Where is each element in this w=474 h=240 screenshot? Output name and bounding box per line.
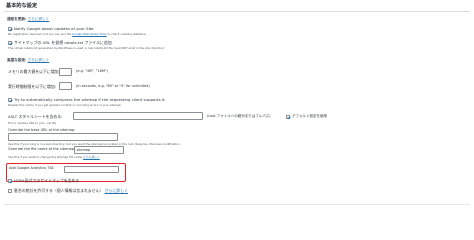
ga-tid-input[interactable] — [64, 166, 119, 173]
memory-limit-label: メモリの最大値を以下に増加: — [8, 69, 60, 74]
memory-limit-input[interactable] — [59, 67, 72, 76]
advanced-group-label-text: 高度な設定: — [7, 58, 27, 62]
compress-sitemap-checkbox[interactable] — [8, 97, 12, 102]
xslt-hint: (Lost ファイルへの絶対またはフルパス) — [207, 114, 271, 119]
ga-tid-label: Add Google Analytics TID: — [9, 166, 55, 170]
base-url-label: Override the base URL of the sitemap: — [8, 127, 76, 132]
base-url-input[interactable] — [8, 133, 118, 141]
xslt-note: Full or relative URL to your .xsl file — [8, 121, 57, 125]
exec-time-hint: (in seconds, e.g. "60" or "0" for unlimi… — [76, 84, 150, 89]
anonymous-stats-learn-more-link[interactable]: さらに詳しく — [105, 188, 128, 193]
notify-note-text: No registration required, but you can jo… — [8, 32, 72, 36]
file-name-note: Use this if you want to change the sitem… — [8, 154, 100, 159]
notify-learn-more-link[interactable]: さらに詳しく — [28, 17, 50, 21]
robots-txt-checkbox[interactable] — [8, 40, 12, 45]
xslt-default-label: デフォルト設定を使用 — [292, 114, 327, 119]
file-name-note-text: Use this if you want to change the sitem… — [8, 154, 83, 159]
robots-txt-note: The virtual robots.txt generated by Word… — [8, 46, 165, 50]
compress-sitemap-note: Disable this option if you get garbled c… — [8, 103, 122, 107]
xslt-default-checkbox[interactable] — [286, 114, 290, 119]
anonymous-stats-checkbox[interactable] — [8, 189, 12, 193]
advanced-group-label: 高度な設定: さらに詳しく — [7, 58, 50, 63]
xslt-input[interactable] — [73, 112, 203, 120]
advanced-learn-more-link[interactable]: さらに詳しく — [28, 58, 50, 62]
settings-panel: 基本的な設定 通知を更新: さらに詳しく Notify Google about… — [0, 0, 474, 207]
compress-sitemap-label: Try to automatically compress the sitema… — [14, 96, 166, 102]
robots-txt-label: サイトマップの URL を仮想 robots.txt ファイルに追加 — [14, 39, 112, 45]
exec-time-input[interactable] — [59, 82, 72, 90]
xslt-label: XSLT スタイルシートを含める: — [8, 114, 63, 119]
anonymous-stats-text: 匿名の統計を許可する（個人情報は含まれません） — [14, 188, 104, 194]
anonymous-stats-label: 匿名の統計を許可する（個人情報は含まれません） さらに詳しく — [14, 189, 128, 193]
notify-google-checkbox[interactable] — [8, 26, 12, 31]
notify-google-note: No registration required, but you can jo… — [8, 33, 146, 36]
footer-divider — [4, 204, 470, 205]
notify-note-tail: to check crawling statistics. — [107, 32, 147, 36]
html-sitemap-label: HTML形式でのサイトマップを含める — [14, 177, 80, 183]
file-name-input[interactable]: sitemap — [74, 145, 124, 154]
exec-time-label: 実行時間制限を以下に増加: — [8, 84, 56, 89]
section-divider — [4, 11, 470, 12]
file-name-label: Override the file name of the sitemap: — [8, 146, 76, 151]
html-sitemap-checkbox[interactable] — [8, 178, 12, 183]
file-name-learn-more-link[interactable]: さらに詳しく — [83, 155, 100, 159]
webmaster-tools-link[interactable]: Google Webmaster Tools — [72, 32, 107, 36]
notify-google-label: Notify Google about updates of your Site — [14, 25, 94, 31]
notify-group-label-text: 通知を更新: — [7, 17, 27, 21]
memory-limit-hint: (e.g. "4M", "16M") — [76, 69, 108, 74]
notify-group-label: 通知を更新: さらに詳しく — [7, 17, 50, 22]
